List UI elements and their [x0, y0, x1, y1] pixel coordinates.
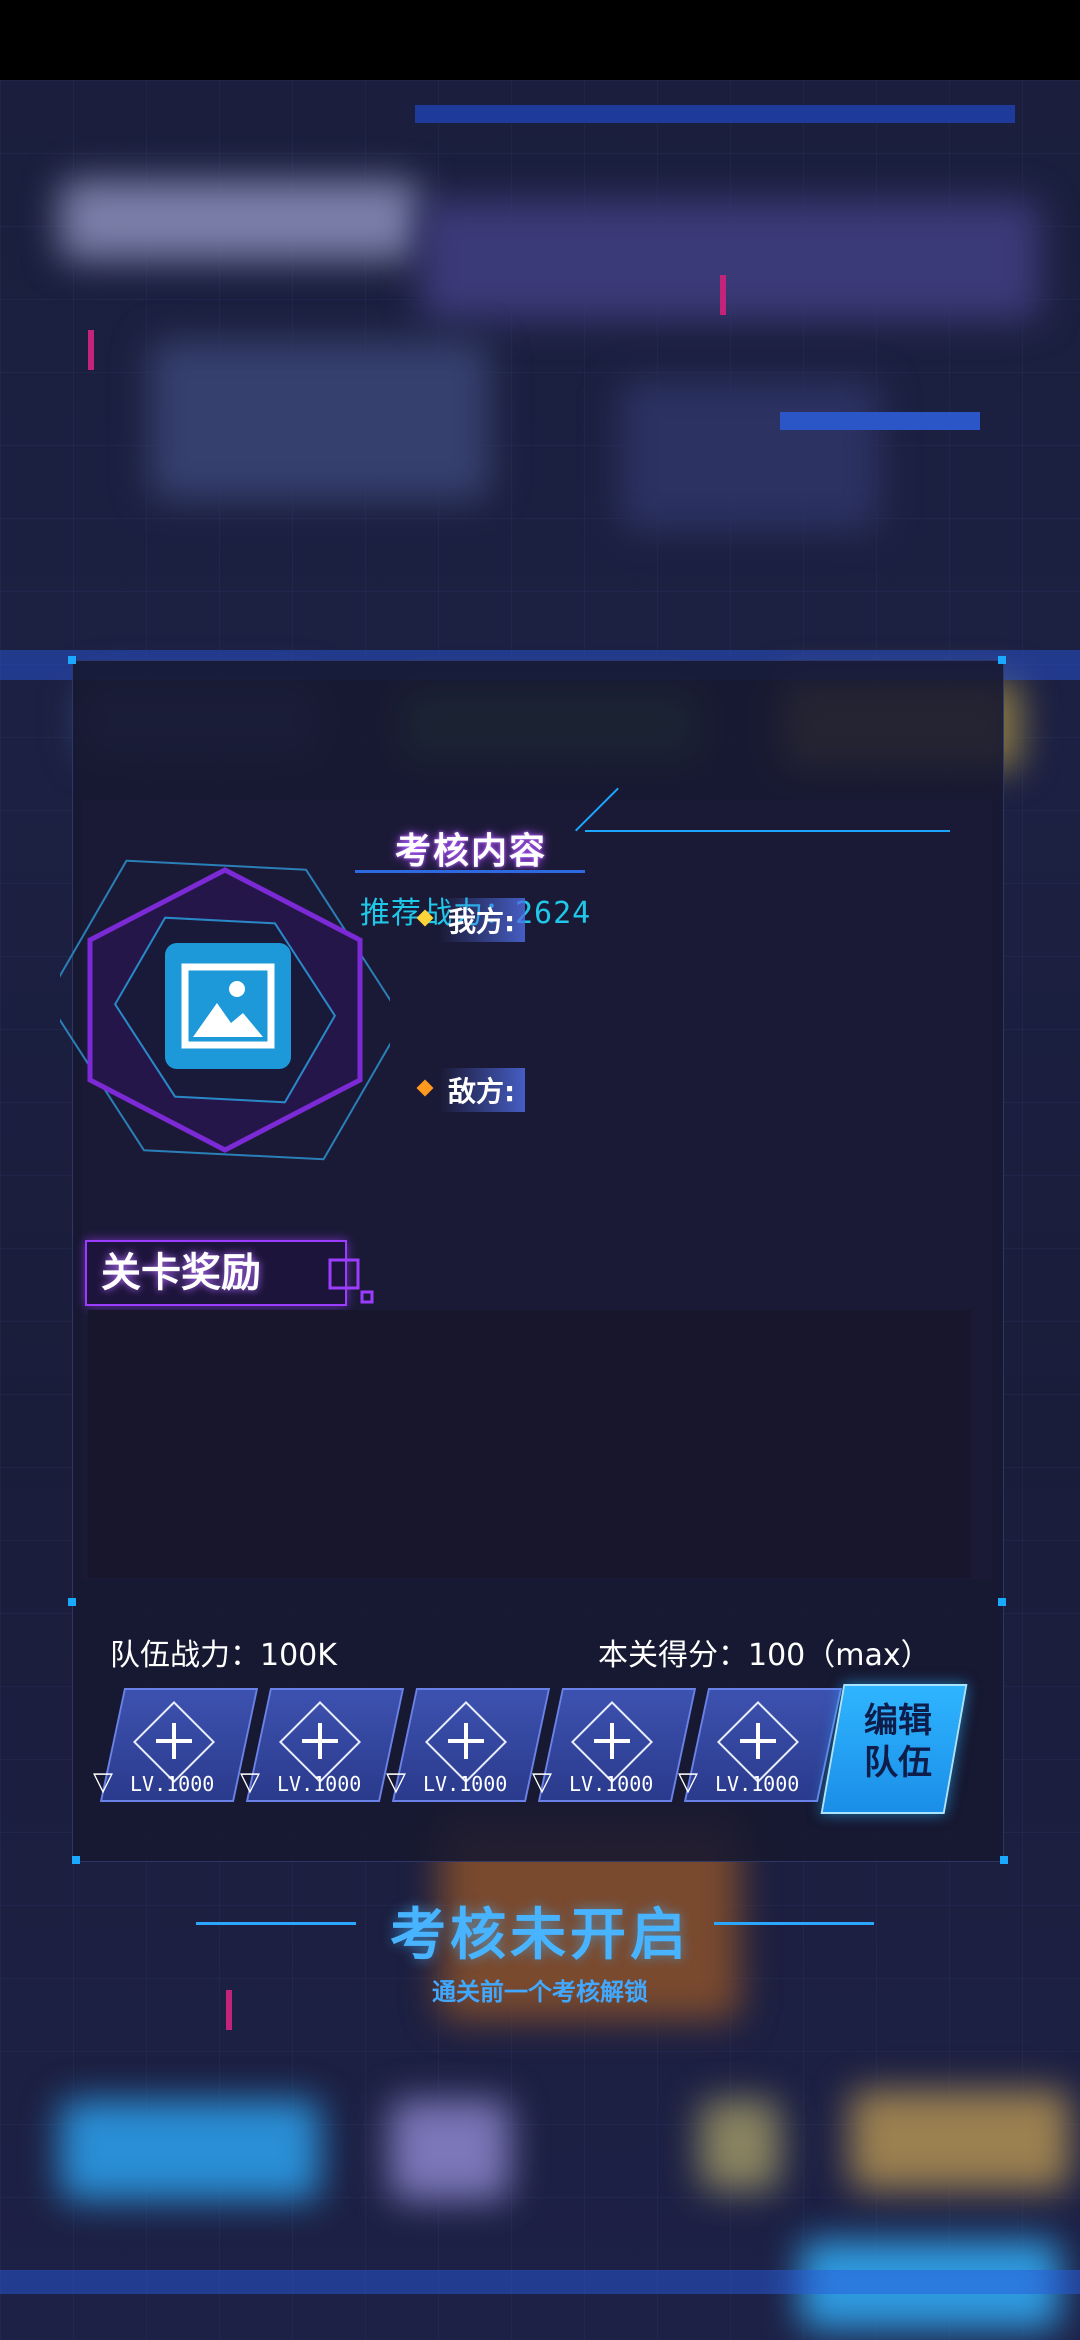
slot-level: LV.1000	[277, 1772, 362, 1796]
our-side-text: 我方:	[440, 898, 526, 942]
status-bar	[0, 0, 1080, 80]
assessment-title: 考核内容	[395, 831, 548, 872]
rank-triangle-icon: ▽	[532, 1767, 552, 1797]
rewards-list[interactable]	[88, 1310, 971, 1578]
bg-streak	[780, 412, 980, 430]
bg-glitch-mark	[88, 330, 94, 370]
bg-blur-sand	[700, 2100, 780, 2190]
unlock-hint: 通关前一个考核解锁	[432, 1978, 648, 2006]
slot-level: LV.1000	[715, 1772, 800, 1796]
slot-level: LV.1000	[423, 1772, 508, 1796]
slot-level: LV.1000	[569, 1772, 654, 1796]
plus-icon	[610, 1723, 614, 1759]
rank-triangle-icon: ▽	[240, 1767, 260, 1797]
bg-blur-block	[150, 340, 490, 500]
assessment-deco-line	[585, 830, 950, 832]
bg-blur-block2	[620, 380, 880, 530]
bg-blur-lilac	[390, 2100, 510, 2200]
enemy-side-label: 敌方:	[440, 1068, 526, 1112]
stage-score: 本关得分：100（max）	[598, 1638, 931, 1673]
slot-level: LV.1000	[130, 1772, 215, 1796]
panel-corner	[68, 656, 76, 664]
edit-team-label-line2: 队伍	[864, 1743, 932, 1783]
bg-streak	[415, 105, 1015, 123]
rank-triangle-icon: ▽	[386, 1767, 406, 1797]
assessment-underline	[355, 870, 585, 873]
our-side-label: 我方:	[440, 898, 526, 942]
image-placeholder-icon	[165, 943, 291, 1069]
edit-team-label-line1: 编辑	[864, 1701, 932, 1741]
plus-icon	[318, 1723, 322, 1759]
plus-icon	[172, 1723, 176, 1759]
plus-icon	[756, 1723, 760, 1759]
assessment-status-title: 考核未开启	[390, 1903, 690, 1968]
bg-blur-cyan	[60, 2100, 320, 2200]
stage-rewards-title: 关卡奖励	[85, 1240, 347, 1306]
panel-corner	[998, 1598, 1006, 1606]
plus-icon	[464, 1723, 468, 1759]
rank-triangle-icon: ▽	[93, 1767, 113, 1797]
rewards-deco-icon	[328, 1258, 374, 1304]
bg-blur-banner	[420, 200, 1040, 320]
panel-corner	[72, 1856, 80, 1864]
bg-blur-title	[60, 180, 420, 260]
rank-triangle-icon: ▽	[678, 1767, 698, 1797]
panel-corner	[68, 1598, 76, 1606]
panel-corner	[998, 656, 1006, 664]
bg-streak	[0, 2270, 1080, 2294]
bg-blur-gold2	[850, 2090, 1070, 2190]
team-power: 队伍战力：100K	[110, 1638, 337, 1673]
enemy-side-text: 敌方:	[440, 1068, 526, 1112]
bg-glitch-mark	[720, 275, 726, 315]
panel-corner	[1000, 1856, 1008, 1864]
edit-team-label: 编辑 队伍	[838, 1700, 958, 1784]
